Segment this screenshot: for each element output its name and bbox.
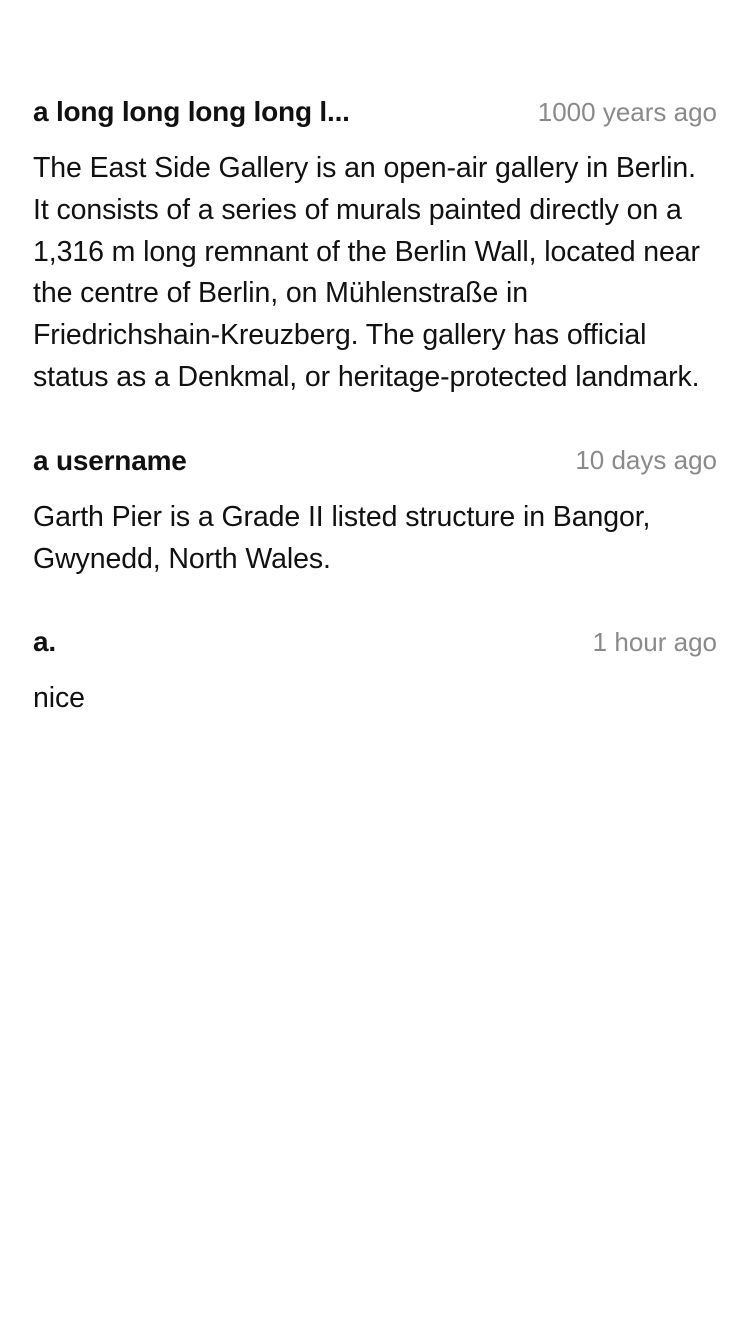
- comment-timestamp: 10 days ago: [575, 445, 717, 476]
- comment-header: a username 10 days ago: [33, 443, 717, 479]
- comment-header: a. 1 hour ago: [33, 624, 717, 660]
- comment-timestamp: 1 hour ago: [592, 626, 717, 657]
- comment-username[interactable]: a.: [33, 626, 56, 658]
- comment-header: a long long long long l... 1000 years ag…: [33, 94, 717, 130]
- comment-body: The East Side Gallery is an open-air gal…: [33, 152, 700, 393]
- comment-username[interactable]: a username: [33, 445, 187, 477]
- comment-item[interactable]: a long long long long l... 1000 years ag…: [33, 94, 717, 399]
- comment-body: Garth Pier is a Grade II listed structur…: [33, 500, 651, 575]
- comment-username[interactable]: a long long long long l...: [33, 96, 350, 128]
- comment-item[interactable]: a. 1 hour ago nice: [33, 624, 717, 720]
- comment-body: nice: [33, 682, 85, 715]
- comment-list: a long long long long l... 1000 years ag…: [33, 94, 717, 764]
- comment-timestamp: 1000 years ago: [537, 96, 717, 127]
- comment-item[interactable]: a username 10 days ago Garth Pier is a G…: [33, 443, 717, 581]
